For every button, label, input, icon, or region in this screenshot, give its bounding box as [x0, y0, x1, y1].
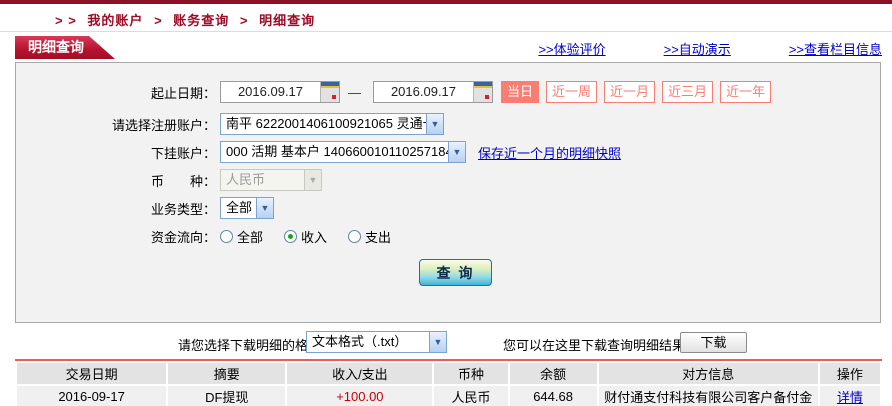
breadcrumb: > > 我的账户 > 账务查询 > 明细查询	[55, 10, 321, 29]
fund-flow-option-income-label: 收入	[301, 229, 328, 245]
chevron-down-icon[interactable]: ▼	[256, 198, 273, 218]
tab-detail-query[interactable]: 明细查询	[15, 36, 115, 59]
date-range-label: 起止日期：	[150, 85, 216, 101]
chevron-down-icon[interactable]: ▼	[429, 332, 446, 352]
breadcrumb-prefix: > >	[55, 13, 77, 28]
breadcrumb-divider	[0, 31, 892, 32]
col-header-summary: 摘要	[168, 363, 286, 384]
currency-row: 币 种： 人民币 ▼	[16, 168, 880, 192]
cell-counterparty: 财付通支付科技有限公司客户备付金	[598, 386, 818, 406]
download-format-label: 请您选择下载明细的格式	[178, 338, 322, 353]
cell-balance: 644.68	[509, 386, 597, 406]
range-button-today[interactable]: 当日	[501, 81, 540, 103]
register-account-label: 请选择注册账户：	[111, 117, 216, 133]
date-separator: —	[348, 84, 361, 100]
save-snapshot-link[interactable]: 保存近一个月的明细快照	[478, 143, 621, 162]
fund-flow-option-all-label: 全部	[237, 229, 264, 245]
fund-flow-option-expense-label: 支出	[365, 229, 392, 245]
breadcrumb-separator: >	[154, 13, 163, 28]
cell-trade-date: 2016-09-17	[17, 386, 167, 406]
cell-amount: +100.00	[287, 386, 433, 406]
table-row: 2016-09-17 DF提现 +100.00 人民币 644.68 财付通支付…	[17, 386, 880, 406]
query-button[interactable]: 查 询	[419, 259, 492, 286]
breadcrumb-item-account-query[interactable]: 账务查询	[173, 13, 229, 28]
biz-type-value: 全部	[226, 200, 253, 215]
date-to-value[interactable]: 2016.09.17	[374, 82, 473, 102]
col-header-currency: 币种	[434, 363, 508, 384]
date-from-field[interactable]: 2016.09.17	[220, 81, 340, 103]
register-account-select[interactable]: 南平 6222001406100921065 灵通卡 ▼	[220, 113, 444, 135]
date-from-value[interactable]: 2016.09.17	[221, 82, 320, 102]
biz-type-select[interactable]: 全部 ▼	[220, 197, 274, 219]
currency-value: 人民币	[226, 172, 266, 187]
detail-link[interactable]: 详情	[837, 390, 863, 405]
fund-flow-option-expense[interactable]: 支出	[348, 227, 391, 246]
range-button-last-3-months[interactable]: 近三月	[662, 81, 714, 103]
range-button-last-year[interactable]: 近一年	[720, 81, 772, 103]
breadcrumb-separator: >	[239, 13, 249, 28]
cell-summary: DF提现	[168, 386, 286, 406]
fund-flow-option-income[interactable]: 收入	[284, 227, 327, 246]
col-header-balance: 余额	[509, 363, 597, 384]
link-auto-demo[interactable]: >>自动演示	[664, 39, 731, 58]
chevron-down-icon[interactable]: ▼	[448, 142, 465, 162]
date-range-row: 起止日期： 2016.09.17 — 2016.09.17 当日 近一周 近一月…	[16, 80, 880, 104]
download-format-select[interactable]: 文本格式（.txt） ▼	[306, 331, 447, 353]
chevron-down-icon: ▼	[304, 170, 321, 190]
fund-flow-label: 资金流向：	[150, 229, 216, 245]
sub-account-select[interactable]: 000 活期 基本户 1406600101102571848 ▼	[220, 141, 466, 163]
download-format-value: 文本格式（.txt）	[312, 334, 408, 349]
radio-button-icon[interactable]	[348, 229, 362, 243]
register-account-value: 南平 6222001406100921065 灵通卡	[226, 116, 426, 131]
calendar-icon[interactable]	[473, 82, 492, 102]
calendar-icon[interactable]	[320, 82, 339, 102]
sub-account-row: 下挂账户： 000 活期 基本户 1406600101102571848 ▼ 保…	[16, 140, 880, 164]
table-header-row: 交易日期 摘要 收入/支出 币种 余额 对方信息 操作	[17, 363, 880, 384]
quick-range-buttons: 当日 近一周 近一月 近三月 近一年	[501, 81, 772, 103]
currency-select: 人民币 ▼	[220, 169, 322, 191]
radio-button-icon[interactable]	[220, 229, 233, 243]
col-header-trade-date: 交易日期	[17, 363, 167, 384]
biz-type-row: 业务类型： 全部 ▼	[16, 196, 880, 220]
fund-flow-options: 全部 收入 支出	[220, 227, 391, 246]
breadcrumb-item-detail-query[interactable]: 明细查询	[259, 13, 315, 28]
range-button-last-month[interactable]: 近一月	[604, 81, 656, 103]
date-to-field[interactable]: 2016.09.17	[373, 81, 493, 103]
link-experience-review[interactable]: >>体验评价	[538, 39, 605, 58]
download-hint-text: 您可以在这里下载查询明细结果	[503, 338, 686, 353]
register-account-row: 请选择注册账户： 南平 6222001406100921065 灵通卡 ▼	[16, 112, 880, 136]
header-links: >>体验评价 >>自动演示 >>查看栏目信息	[538, 39, 882, 58]
radio-button-checked-icon[interactable]	[284, 229, 298, 243]
sub-account-value: 000 活期 基本户 1406600101102571848	[226, 144, 448, 159]
range-button-last-week[interactable]: 近一周	[546, 81, 598, 103]
transaction-table: 交易日期 摘要 收入/支出 币种 余额 对方信息 操作 2016-09-17 D…	[15, 361, 882, 406]
fund-flow-option-all[interactable]: 全部	[220, 227, 263, 246]
sub-account-label: 下挂账户：	[150, 145, 216, 161]
col-header-action: 操作	[819, 363, 880, 384]
col-header-counterparty: 对方信息	[598, 363, 818, 384]
download-button[interactable]: 下载	[680, 332, 747, 353]
col-header-income-expense: 收入/支出	[287, 363, 433, 384]
query-form-panel: 起止日期： 2016.09.17 — 2016.09.17 当日 近一周 近一月…	[15, 62, 881, 323]
breadcrumb-item-my-account[interactable]: 我的账户	[87, 13, 143, 28]
link-view-column-info[interactable]: >>查看栏目信息	[789, 39, 882, 58]
currency-label: 币 种：	[150, 173, 216, 189]
fund-flow-row: 资金流向： 全部 收入 支出	[16, 224, 880, 248]
chevron-down-icon[interactable]: ▼	[426, 114, 443, 134]
top-red-bar	[0, 0, 892, 4]
cell-currency: 人民币	[434, 386, 508, 406]
biz-type-label: 业务类型：	[150, 201, 216, 217]
